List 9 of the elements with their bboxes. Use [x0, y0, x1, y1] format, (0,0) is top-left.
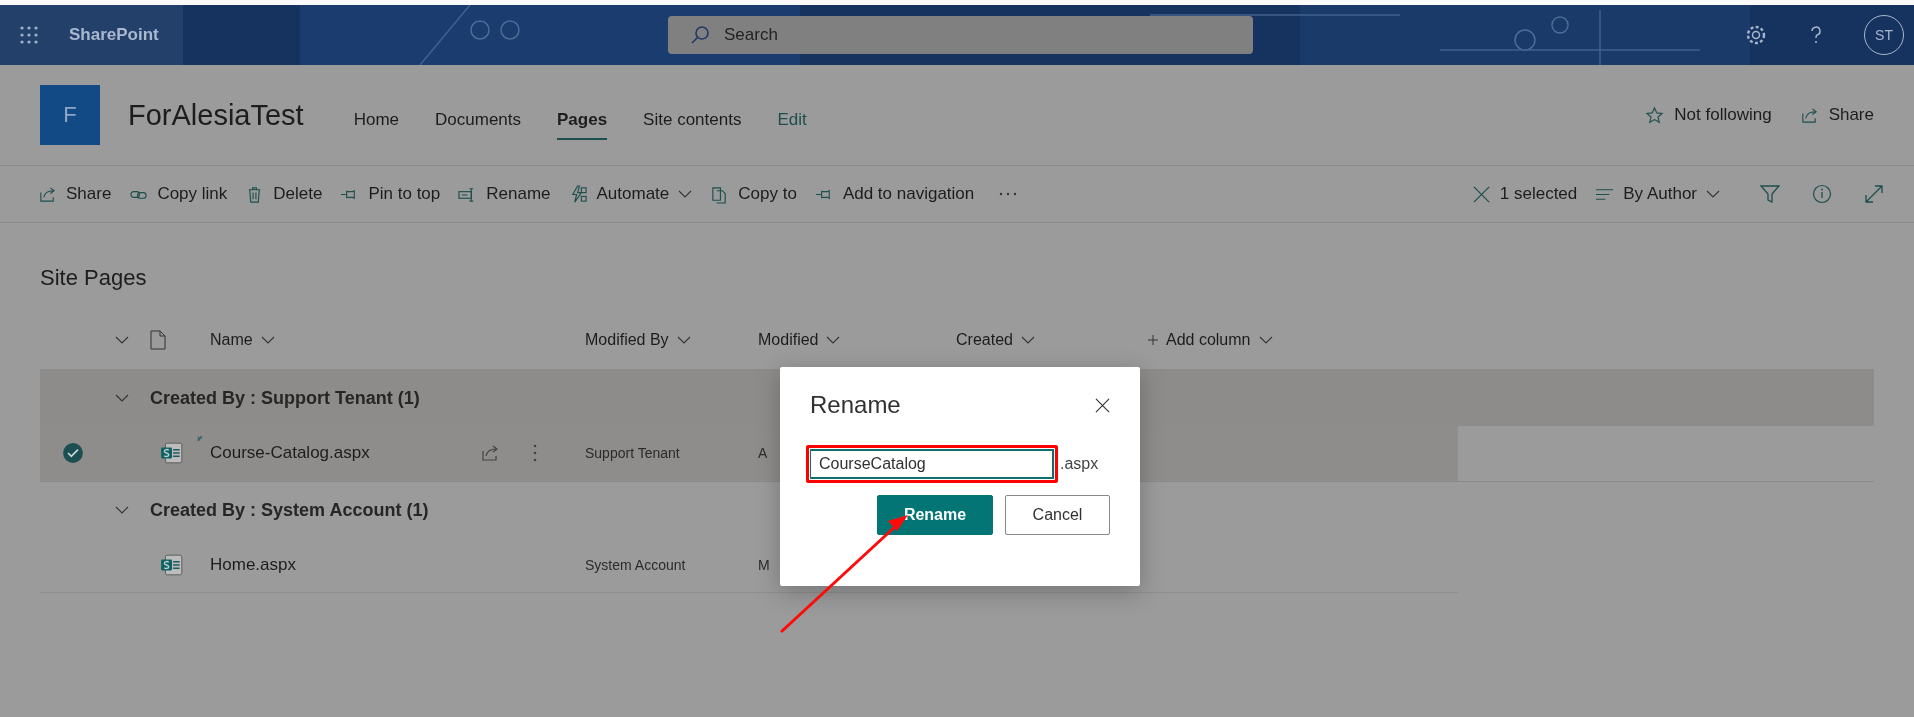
file-extension: .aspx	[1060, 455, 1099, 473]
table-cell: Support Tenant	[585, 445, 680, 461]
group-label: Created By : Support Tenant (1)	[150, 387, 420, 409]
group-label: Created By : System Account (1)	[150, 499, 429, 521]
dialog-title: Rename	[810, 391, 901, 419]
list-title: Site Pages	[40, 264, 148, 292]
table-cell: A	[758, 445, 768, 461]
table-cell: System Account	[585, 557, 686, 573]
table-cell: M	[758, 557, 770, 573]
